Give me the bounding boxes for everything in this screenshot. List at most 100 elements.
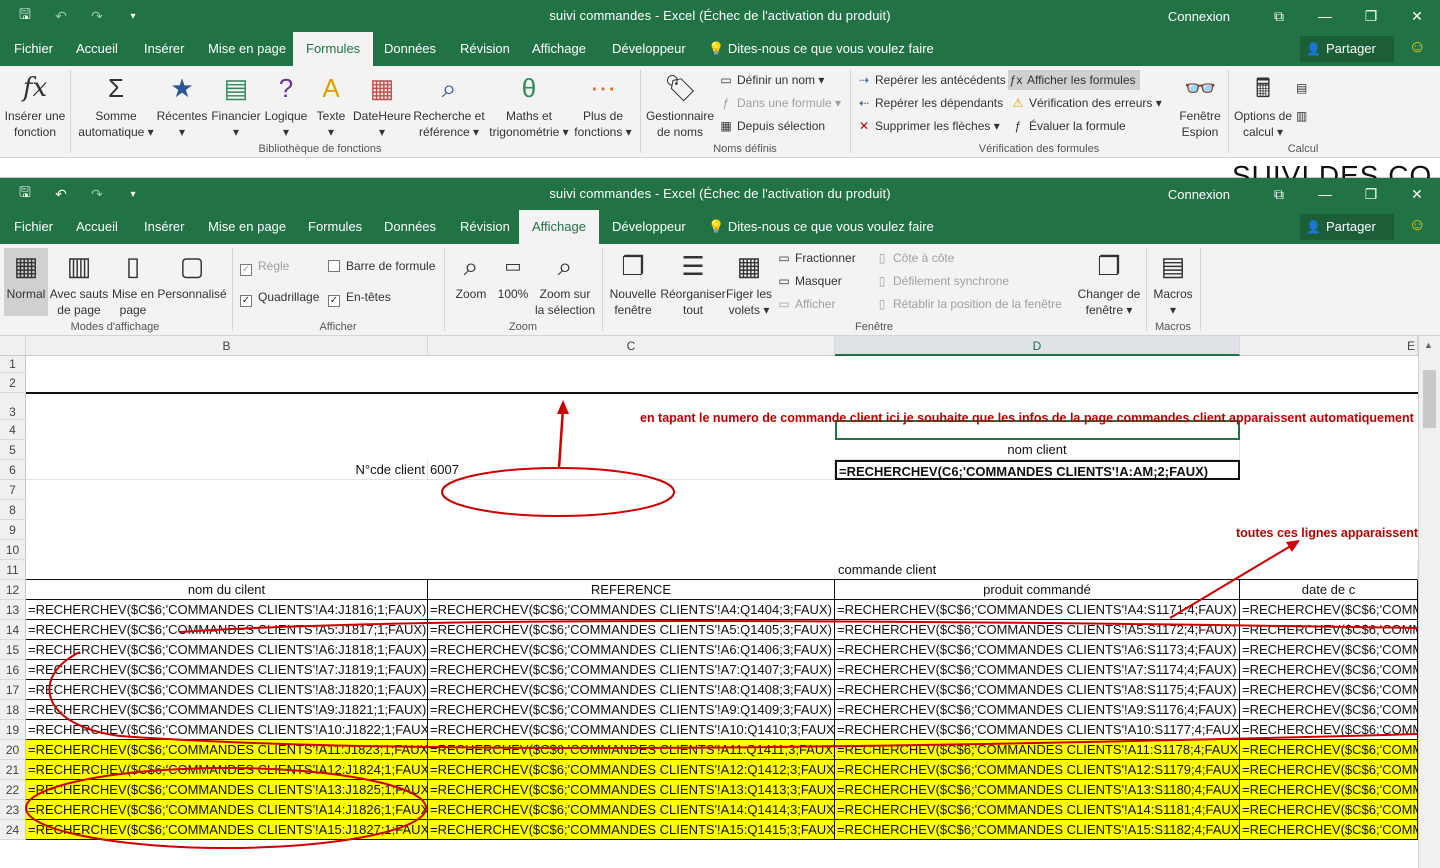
reset-window-position-button[interactable]: ▯ Rétablir la position de la fenêtre	[874, 294, 1062, 314]
table-cell[interactable]: =RECHERCHEV($C$6;'COMMANDES CLIENTS'!A12…	[26, 760, 428, 780]
table-cell[interactable]: =RECHERCHEV($C$6;'COMMANDES CLIENTS'!A15…	[835, 820, 1240, 840]
table-cell[interactable]: =RECHERCHEV($C$6;'COMMANDES CLIENTS'!A5:…	[835, 620, 1240, 640]
autosum-button[interactable]: Σ Somme automatique ▾	[74, 72, 158, 140]
ribbon-display-icon[interactable]: ⧉	[1256, 186, 1302, 203]
formula-bar-checkbox[interactable]: Barre de formule	[328, 256, 435, 276]
table-cell[interactable]: =RECHERCHEV($C$6;'COMMANDES CLIENTS'!A13…	[428, 780, 835, 800]
calc-options-button[interactable]: 🖩 Options de calcul ▾	[1232, 72, 1294, 140]
close-icon[interactable]: ✕	[1394, 8, 1440, 25]
scroll-thumb[interactable]	[1423, 370, 1436, 428]
tab-affichage[interactable]: Affichage	[519, 210, 599, 244]
share-button[interactable]: Partager	[1300, 214, 1394, 240]
lookup-button[interactable]: ⌕ Recherche et référence ▾	[412, 72, 486, 140]
row-header[interactable]: 23	[0, 800, 26, 820]
table-header[interactable]: date de c	[1240, 580, 1418, 600]
calc-sheet-icon[interactable]: ▥	[1296, 106, 1307, 126]
scroll-up-icon[interactable]: ▲	[1424, 340, 1433, 350]
row-header[interactable]: 15	[0, 640, 26, 660]
table-cell[interactable]: =RECHERCHEV($C$6;'COMMANDES CLIENTS'!A8:…	[835, 680, 1240, 700]
tab-affichage[interactable]: Affichage	[530, 32, 588, 66]
row-header[interactable]: 17	[0, 680, 26, 700]
column-header-c[interactable]: C	[428, 336, 835, 356]
row-header[interactable]: 5	[0, 440, 26, 460]
table-cell[interactable]: =RECHERCHEV($C$6;'COMMA	[1240, 720, 1418, 740]
table-header[interactable]: REFERENCE	[428, 580, 835, 600]
select-all-corner[interactable]	[0, 336, 26, 356]
financial-button[interactable]: ▤ Financier ▾	[208, 72, 264, 140]
macros-button[interactable]: ▤ Macros ▾	[1150, 250, 1196, 318]
tab-formules[interactable]: Formules	[293, 32, 374, 66]
more-functions-button[interactable]: ⋯ Plus de fonctions ▾	[570, 72, 636, 140]
table-cell[interactable]: =RECHERCHEV($C$6;'COMMANDES CLIENTS'!A7:…	[835, 660, 1240, 680]
table-cell[interactable]: =RECHERCHEV($C$6;'COMMA	[1240, 700, 1418, 720]
row-header[interactable]: 14	[0, 620, 26, 640]
recent-button[interactable]: ★ Récentes ▾	[156, 72, 208, 140]
minimize-icon[interactable]: —	[1302, 186, 1348, 202]
tab-inserer[interactable]: Insérer	[142, 32, 186, 66]
restore-icon[interactable]: ❐	[1348, 186, 1394, 203]
table-cell[interactable]: =RECHERCHEV($C$6;'COMMANDES CLIENTS'!A9:…	[835, 700, 1240, 720]
table-cell[interactable]: =RECHERCHEV($C$6;'COMMA	[1240, 600, 1418, 620]
table-cell[interactable]: =RECHERCHEV($C$6;'COMMANDES CLIENTS'!A13…	[26, 780, 428, 800]
zoom-100-button[interactable]: ▭ 100%	[494, 250, 532, 302]
table-cell[interactable]: =RECHERCHEV($C$6;'COMMANDES CLIENTS'!A8:…	[26, 680, 428, 700]
table-header[interactable]: nom du cilent	[26, 580, 428, 600]
text-button[interactable]: A Texte ▾	[310, 72, 352, 140]
table-cell[interactable]: =RECHERCHEV($C$6;'COMMANDES CLIENTS'!A11…	[835, 740, 1240, 760]
ruler-checkbox[interactable]: ✓ Règle	[240, 256, 289, 276]
table-cell[interactable]: =RECHERCHEV($C$6;'COMMANDES CLIENTS'!A4:…	[835, 600, 1240, 620]
cell-b6-label[interactable]: N°cde client	[26, 460, 428, 480]
headings-checkbox[interactable]: ✓ En-têtes	[328, 287, 391, 307]
table-cell[interactable]: =RECHERCHEV($C$6;'COMMANDES CLIENTS'!A9:…	[26, 700, 428, 720]
trace-dependents-button[interactable]: ⇠ Repérer les dépendants	[856, 93, 1003, 113]
table-cell[interactable]: =RECHERCHEV($C$6;'COMMA	[1240, 680, 1418, 700]
row-header[interactable]: 16	[0, 660, 26, 680]
table-cell[interactable]: =RECHERCHEV($C$6;'COMMANDES CLIENTS'!A4:…	[26, 600, 428, 620]
row-header[interactable]: 13	[0, 600, 26, 620]
signin-link[interactable]: Connexion	[1168, 187, 1230, 202]
row-header[interactable]: 4	[0, 420, 26, 440]
error-checking-button[interactable]: ⚠ Vérification des erreurs ▾	[1010, 93, 1162, 113]
row-header[interactable]: 19	[0, 720, 26, 740]
side-by-side-button[interactable]: ▯ Côte à côte	[874, 248, 955, 268]
restore-icon[interactable]: ❐	[1348, 8, 1394, 25]
custom-views-button[interactable]: ▢ Personnalisé	[156, 250, 228, 302]
table-cell[interactable]: =RECHERCHEV($C$6;'COMMANDES CLIENTS'!A14…	[428, 800, 835, 820]
worksheet-grid[interactable]: B C D E 1 2 3 4 5 6 7 8 9 10 11 12 13 14 15 16 17 18 19 20 2…	[0, 336, 1440, 868]
tab-mise-en-page[interactable]: Mise en page	[206, 32, 288, 66]
tab-formules[interactable]: Formules	[306, 210, 364, 244]
tab-accueil[interactable]: Accueil	[74, 32, 120, 66]
vertical-scrollbar[interactable]: ▲	[1418, 336, 1440, 868]
table-cell[interactable]: =RECHERCHEV($C$6;'COMMANDES CLIENTS'!A5:…	[26, 620, 428, 640]
row-header[interactable]: 22	[0, 780, 26, 800]
share-button[interactable]: Partager	[1300, 36, 1394, 62]
table-cell[interactable]: =RECHERCHEV($C$6;'COMMANDES CLIENTS'!A11…	[26, 740, 428, 760]
table-cell[interactable]: =RECHERCHEV($C$6;'COMMANDES CLIENTS'!A8:…	[428, 680, 835, 700]
minimize-icon[interactable]: —	[1302, 8, 1348, 24]
row-header[interactable]: 11	[0, 560, 26, 580]
column-header-b[interactable]: B	[26, 336, 428, 356]
tab-revision[interactable]: Révision	[458, 210, 512, 244]
close-icon[interactable]: ✕	[1394, 186, 1440, 203]
signin-link[interactable]: Connexion	[1168, 9, 1230, 24]
page-break-view-button[interactable]: ▥ Avec sauts de page	[48, 250, 110, 318]
row-header[interactable]: 10	[0, 540, 26, 560]
logical-button[interactable]: ? Logique ▾	[262, 72, 310, 140]
freeze-panes-button[interactable]: ▦ Figer les volets ▾	[726, 250, 772, 318]
table-cell[interactable]: =RECHERCHEV($C$6;'COMMA	[1240, 800, 1418, 820]
column-header-d[interactable]: D	[835, 336, 1240, 356]
gridlines-checkbox[interactable]: ✓ Quadrillage	[240, 287, 319, 307]
table-cell[interactable]: =RECHERCHEV($C$6;'COMMANDES CLIENTS'!A4:…	[428, 600, 835, 620]
calc-now-icon[interactable]: ▤	[1296, 78, 1307, 98]
remove-arrows-button[interactable]: ✕ Supprimer les flèches ▾	[856, 116, 1000, 136]
tab-developpeur[interactable]: Développeur	[610, 210, 688, 244]
tab-mise-en-page[interactable]: Mise en page	[206, 210, 288, 244]
table-cell[interactable]: =RECHERCHEV($C$6;'COMMA	[1240, 780, 1418, 800]
table-cell[interactable]: =RECHERCHEV($C$6;'COMMANDES CLIENTS'!A12…	[428, 760, 835, 780]
table-cell[interactable]: =RECHERCHEV($C$6;'COMMA	[1240, 740, 1418, 760]
page-layout-view-button[interactable]: ▯ Mise en page	[110, 250, 156, 318]
tab-revision[interactable]: Révision	[458, 32, 512, 66]
tab-inserer[interactable]: Insérer	[142, 210, 186, 244]
feedback-smiley-icon[interactable]: ☺	[1409, 215, 1426, 235]
table-cell[interactable]: =RECHERCHEV($C$6;'COMMA	[1240, 820, 1418, 840]
